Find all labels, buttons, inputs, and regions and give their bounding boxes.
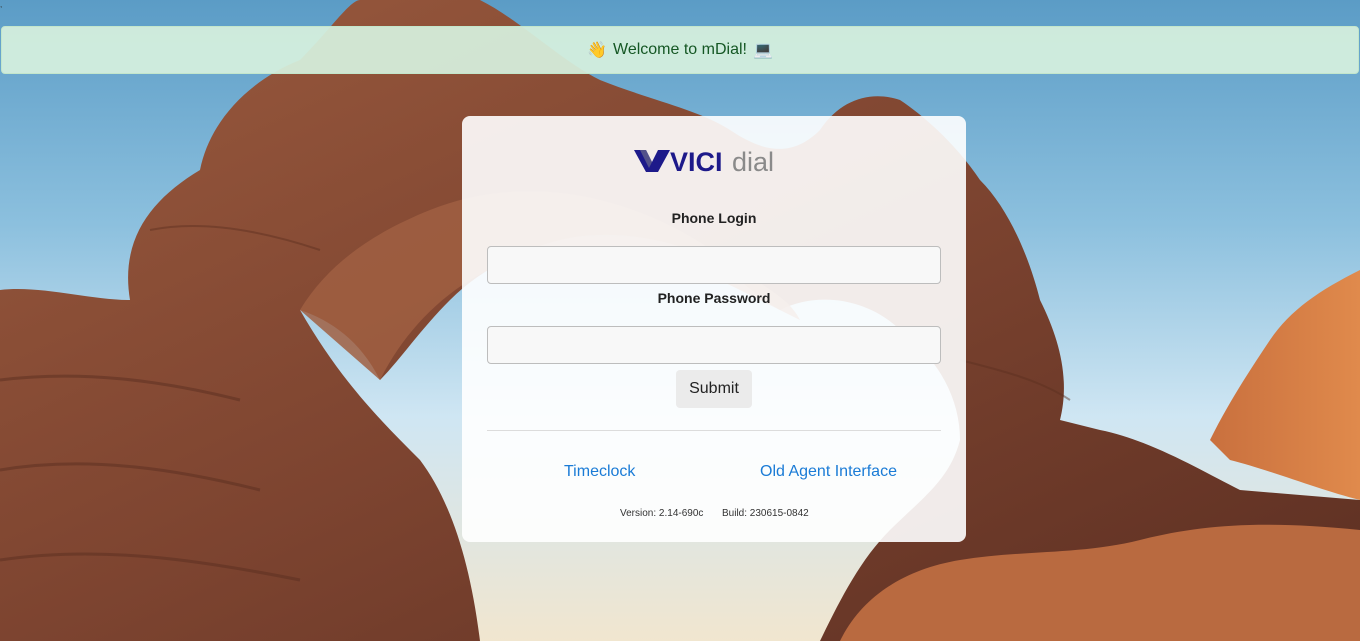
version-text: Version: 2.14-690c (620, 508, 704, 519)
phone-password-label: Phone Password (657, 290, 771, 306)
old-agent-interface-link[interactable]: Old Agent Interface (760, 463, 897, 481)
login-card: VICI dial Phone Login Phone Password Sub… (462, 116, 966, 542)
phone-login-label: Phone Login (671, 210, 757, 226)
divider (487, 430, 941, 431)
phone-password-input[interactable] (487, 326, 941, 364)
computer-icon: 💻 (752, 42, 773, 59)
vicidial-logo: VICI dial (634, 147, 774, 176)
logo-vici-text: VICI (670, 147, 723, 176)
wave-icon: 👋 (587, 42, 608, 59)
logo-dial-text: dial (732, 147, 774, 176)
phone-login-input[interactable] (487, 246, 941, 284)
build-text: Build: 230615-0842 (722, 508, 809, 519)
submit-button[interactable]: Submit (676, 370, 752, 408)
welcome-text: Welcome to mDial! (613, 41, 747, 58)
timeclock-link[interactable]: Timeclock (564, 463, 635, 481)
corner-mark: , (0, 0, 3, 9)
welcome-alert: 👋 Welcome to mDial! 💻 (1, 26, 1359, 74)
